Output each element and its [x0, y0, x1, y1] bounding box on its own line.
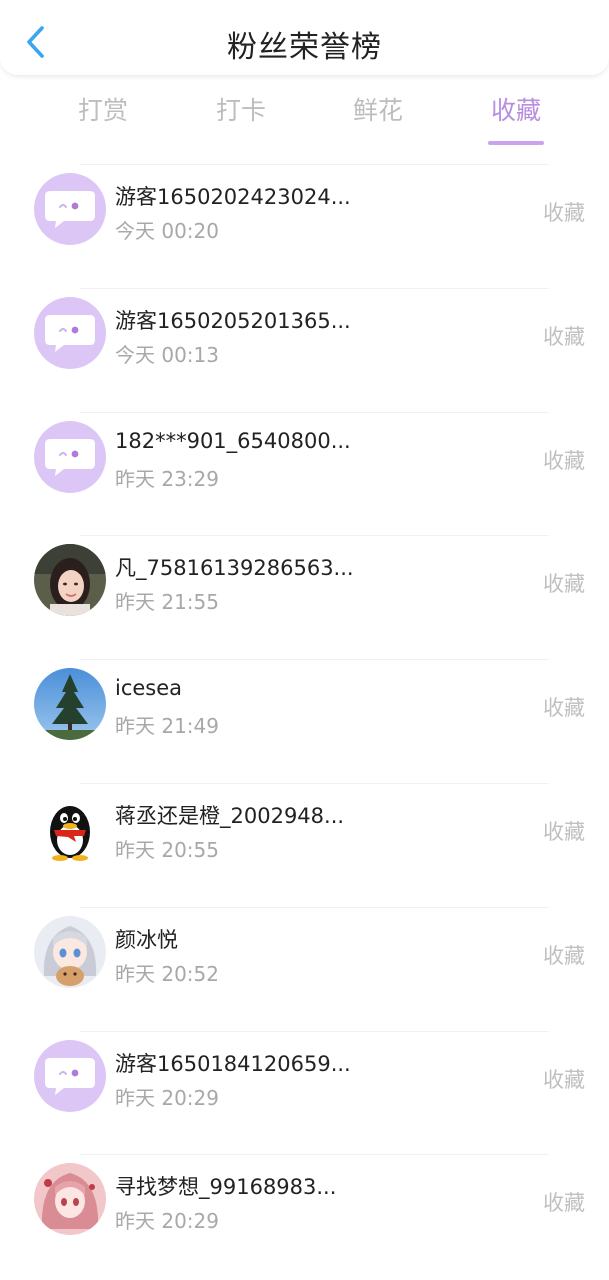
divider	[80, 1030, 549, 1032]
divider	[80, 782, 549, 784]
divider	[80, 411, 549, 413]
fan-list: 游客1650202423024... 今天 00:20 收藏 游客1650205…	[0, 164, 609, 1278]
fan-time: 昨天 20:29	[115, 1085, 219, 1110]
fan-time: 昨天 20:52	[115, 961, 219, 986]
page-title: 粉丝荣誉榜	[227, 30, 382, 65]
divider	[80, 164, 549, 165]
fan-name: 颜冰悦	[115, 927, 178, 952]
active-tab-indicator	[488, 141, 544, 145]
tree-sky-avatar	[34, 668, 106, 741]
fan-name: 凡_75816139286563...	[115, 556, 354, 581]
list-item[interactable]: 游客1650202423024... 今天 00:20 收藏	[0, 164, 609, 288]
anime-girl-avatar	[34, 915, 106, 988]
fan-time: 昨天 20:55	[115, 837, 219, 862]
fan-time: 昨天 20:29	[115, 1209, 219, 1234]
action-label: 收藏	[543, 696, 585, 721]
tab-flowers[interactable]: 鲜花	[318, 90, 438, 146]
pink-anime-avatar	[34, 1163, 106, 1236]
tab-bar: 打赏 打卡 鲜花 收藏	[0, 90, 609, 146]
fan-time: 昨天 23:29	[115, 466, 219, 491]
fan-name: 游客1650202423024...	[115, 185, 351, 209]
divider	[80, 659, 549, 661]
action-label: 收藏	[543, 448, 585, 473]
fan-time: 昨天 21:49	[115, 714, 219, 739]
fan-name: 游客1650205201365...	[115, 308, 351, 333]
action-label: 收藏	[543, 324, 585, 349]
bubble-avatar-icon	[34, 296, 106, 369]
list-item[interactable]: icesea 昨天 21:49 收藏	[0, 659, 609, 783]
fan-name: 182***901_6540800...	[115, 428, 351, 453]
list-item[interactable]: 游客1650205201365... 今天 00:13 收藏	[0, 287, 609, 412]
action-label: 收藏	[543, 1067, 585, 1092]
top-bar: 粉丝荣誉榜	[0, 0, 609, 76]
list-item[interactable]: 蒋丞还是橙_2002948... 昨天 20:55 收藏	[0, 782, 609, 907]
fan-name: icesea	[115, 676, 183, 701]
action-label: 收藏	[543, 943, 585, 968]
bubble-avatar-icon	[34, 420, 106, 493]
fan-name: 寻找梦想_99168983...	[115, 1175, 337, 1200]
fan-time: 今天 00:13	[115, 342, 219, 367]
action-label: 收藏	[543, 572, 585, 597]
list-item[interactable]: 颜冰悦 昨天 20:52 收藏	[0, 906, 609, 1031]
penguin-avatar	[34, 791, 106, 864]
action-label: 收藏	[543, 1191, 585, 1216]
tab-checkin[interactable]: 打卡	[181, 90, 301, 146]
tab-label: 鲜花	[352, 96, 403, 125]
tab-favorites[interactable]: 收藏	[456, 90, 576, 146]
divider	[80, 535, 549, 537]
divider	[80, 1154, 549, 1156]
divider	[80, 287, 549, 289]
fan-name: 蒋丞还是橙_2002948...	[115, 803, 345, 828]
action-label: 收藏	[543, 819, 585, 844]
bubble-avatar-icon	[34, 173, 106, 245]
action-label: 收藏	[543, 201, 585, 225]
divider	[80, 906, 549, 908]
bubble-avatar-icon	[34, 1039, 106, 1112]
tab-label: 打赏	[77, 96, 128, 125]
girl-photo-avatar	[34, 544, 106, 617]
tab-label: 收藏	[490, 96, 541, 125]
fan-name: 游客1650184120659...	[115, 1051, 351, 1076]
list-item[interactable]: 寻找梦想_99168983... 昨天 20:29 收藏	[0, 1154, 609, 1278]
list-item[interactable]: 182***901_6540800... 昨天 23:29 收藏	[0, 411, 609, 536]
list-item[interactable]: 凡_75816139286563... 昨天 21:55 收藏	[0, 535, 609, 659]
tab-reward[interactable]: 打赏	[43, 90, 163, 146]
fan-time: 昨天 21:55	[115, 590, 219, 615]
fan-time: 今天 00:20	[115, 219, 219, 243]
list-item[interactable]: 游客1650184120659... 昨天 20:29 收藏	[0, 1030, 609, 1155]
tab-label: 打卡	[215, 96, 266, 125]
